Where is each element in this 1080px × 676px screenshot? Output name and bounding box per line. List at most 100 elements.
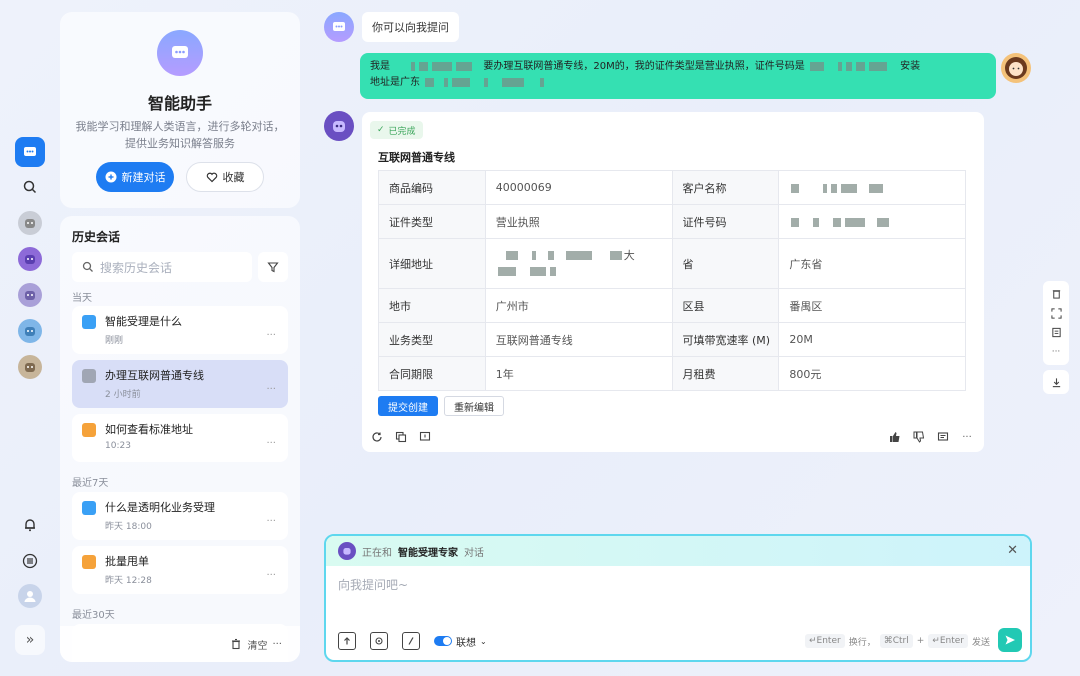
plus-circle-icon [105, 171, 116, 183]
redacted-block [432, 61, 453, 71]
agent-avatar-5[interactable] [18, 355, 42, 379]
redacted-block [609, 251, 622, 260]
image-icon[interactable] [370, 632, 388, 650]
upload-icon[interactable] [338, 632, 356, 650]
search-icon [82, 261, 93, 272]
user-avatar[interactable] [18, 584, 42, 608]
bell-icon [25, 519, 35, 532]
history-search-input[interactable]: 搜索历史会话 [72, 252, 252, 282]
redacted-block [547, 251, 554, 260]
more-icon[interactable]: ··· [266, 438, 276, 449]
thumbs-down-icon[interactable] [912, 430, 926, 444]
robot-icon [25, 255, 35, 264]
redacted-block [869, 183, 884, 193]
list-circle-icon [22, 553, 38, 569]
message-input[interactable]: 向我提问吧~ [338, 576, 408, 593]
document-icon [82, 369, 96, 383]
document-icon [82, 423, 96, 437]
new-chat-button[interactable]: 新建对话 [96, 162, 174, 192]
more-icon[interactable]: ··· [266, 384, 276, 395]
clear-history-button[interactable]: 清空 [247, 637, 267, 652]
redacted-block [809, 61, 824, 71]
redacted-block [791, 217, 800, 227]
hint-send: 发送 [971, 637, 990, 648]
search-icon [23, 180, 37, 194]
more-icon[interactable]: ··· [272, 639, 282, 650]
agent-avatar-2[interactable] [18, 247, 42, 271]
redacted-block [484, 77, 489, 87]
redacted-block [540, 77, 545, 87]
document-icon [82, 555, 96, 569]
message-actions-left [370, 430, 432, 444]
filter-button[interactable] [258, 252, 288, 282]
comment-icon[interactable] [936, 430, 950, 444]
table-row: 详细地址 大 省 广东省 [378, 238, 966, 289]
chevron-down-icon: ⌄ [480, 636, 487, 646]
agent-avatar-1[interactable] [18, 211, 42, 235]
robot-icon [25, 363, 35, 372]
redacted-block [837, 61, 842, 71]
more-icon[interactable]: ··· [1049, 345, 1063, 359]
redacted-block [831, 183, 838, 193]
reedit-button[interactable]: 重新编辑 [444, 396, 504, 416]
copy-icon[interactable] [394, 430, 408, 444]
result-card: ✓ 已完成 互联网普通专线 商品编码 40000069 客户名称 证件类型 营业… [362, 112, 984, 452]
filter-icon [267, 262, 279, 273]
robot-icon [25, 291, 35, 300]
fullscreen-icon[interactable] [1049, 306, 1063, 320]
history-item-time: 刚刚 [105, 336, 124, 346]
more-icon[interactable]: ··· [960, 430, 974, 444]
close-icon[interactable]: ✕ [1007, 543, 1018, 558]
submit-create-button[interactable]: 提交创建 [378, 396, 438, 416]
agent-avatar-4[interactable] [18, 319, 42, 343]
history-title: 历史会话 [72, 230, 121, 244]
redacted-block [868, 61, 887, 71]
table-label: 月租费 [671, 356, 780, 391]
chat-nav-button[interactable] [15, 137, 45, 167]
table-value-redacted [778, 170, 966, 205]
note-icon[interactable] [1049, 326, 1063, 340]
trash-icon[interactable] [1049, 287, 1063, 301]
quote-icon[interactable] [418, 430, 432, 444]
user-icon [24, 591, 36, 602]
toggle-switch[interactable] [434, 636, 452, 646]
robot-icon [333, 121, 345, 132]
chat-bubble-icon [172, 46, 188, 58]
refresh-icon[interactable] [370, 430, 384, 444]
notification-button[interactable] [15, 510, 45, 540]
kbd-enter: ↵Enter [805, 634, 845, 648]
send-button[interactable] [998, 628, 1022, 652]
history-item-time: 10:23 [105, 441, 131, 451]
history-item-time: 昨天 18:00 [105, 522, 152, 532]
history-item[interactable]: 如何查看标准地址 10:23 ··· [72, 414, 288, 462]
think-label: 联想 [456, 637, 476, 649]
composer-prefix: 正在和 [362, 547, 392, 559]
table-value: 800元 [778, 356, 966, 391]
menu-button[interactable] [15, 546, 45, 576]
thumbs-up-icon[interactable] [888, 430, 902, 444]
more-icon[interactable]: ··· [266, 516, 276, 527]
history-item[interactable]: 批量甩单 昨天 12:28 ··· [72, 546, 288, 594]
favorite-button[interactable]: 收藏 [186, 162, 264, 192]
history-item-active[interactable]: 办理互联网普通专线 2 小时前 ··· [72, 360, 288, 408]
history-item-title: 如何查看标准地址 [105, 423, 193, 436]
history-item-title: 智能受理是什么 [105, 315, 182, 328]
redacted-block [813, 217, 820, 227]
command-icon[interactable] [402, 632, 420, 650]
expand-rail-button[interactable]: » [15, 625, 45, 655]
user-message-text: 我是 [370, 61, 390, 72]
think-toggle[interactable]: 联想 ⌄ [434, 634, 487, 649]
user-face-icon [1005, 57, 1027, 79]
redacted-block [845, 61, 852, 71]
more-icon[interactable]: ··· [266, 570, 276, 581]
history-item[interactable]: 智能受理是什么 刚刚 ··· [72, 306, 288, 354]
history-panel: 历史会话 搜索历史会话 当天 智能受理是什么 刚刚 ··· 办理互联网普通专线 … [60, 216, 300, 662]
search-nav-button[interactable] [15, 172, 45, 202]
more-icon[interactable]: ··· [266, 330, 276, 341]
message-actions-right: ··· [888, 430, 974, 444]
agent-avatar-3[interactable] [18, 283, 42, 307]
redacted-block [791, 183, 800, 193]
download-button[interactable] [1043, 370, 1069, 394]
history-item[interactable]: 什么是透明化业务受理 昨天 18:00 ··· [72, 492, 288, 540]
table-row: 证件类型 营业执照 证件号码 [378, 204, 966, 239]
